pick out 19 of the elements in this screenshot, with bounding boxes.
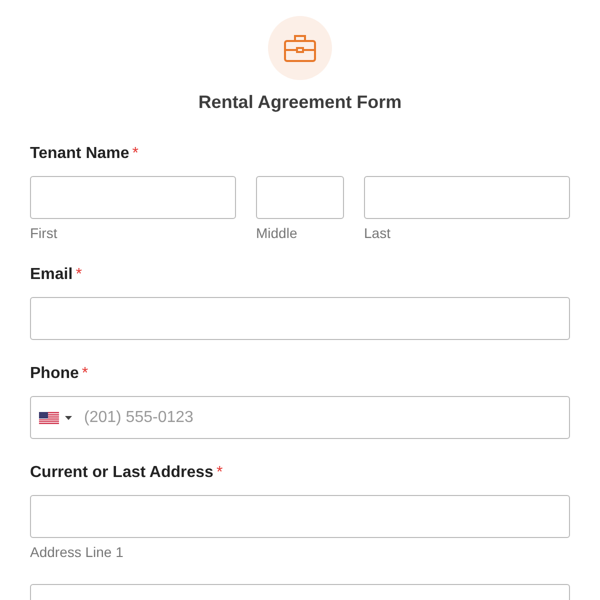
field-sublabel: Middle xyxy=(256,225,298,241)
field-label: Phone * xyxy=(30,365,90,383)
field-label: Current or Last Address * xyxy=(30,464,224,482)
text-field[interactable] xyxy=(30,297,570,340)
field-sublabel: Address Line 1 xyxy=(30,544,124,560)
phone-field[interactable]: (201) 555-0123 xyxy=(30,396,570,439)
text-field[interactable] xyxy=(30,176,236,219)
text-field[interactable] xyxy=(30,495,570,538)
text-field[interactable] xyxy=(364,176,570,219)
briefcase-icon xyxy=(284,34,316,62)
field-sublabel: Last xyxy=(364,225,392,241)
text-field[interactable] xyxy=(256,176,344,219)
flag-icon xyxy=(39,412,59,424)
form-title: Rental Agreement Form xyxy=(198,92,402,113)
caret-icon xyxy=(65,416,72,420)
field-sublabel: First xyxy=(30,225,58,241)
field-label: Email * xyxy=(30,266,83,284)
field-label: Tenant Name * xyxy=(30,145,140,163)
country-selector[interactable] xyxy=(39,412,72,424)
